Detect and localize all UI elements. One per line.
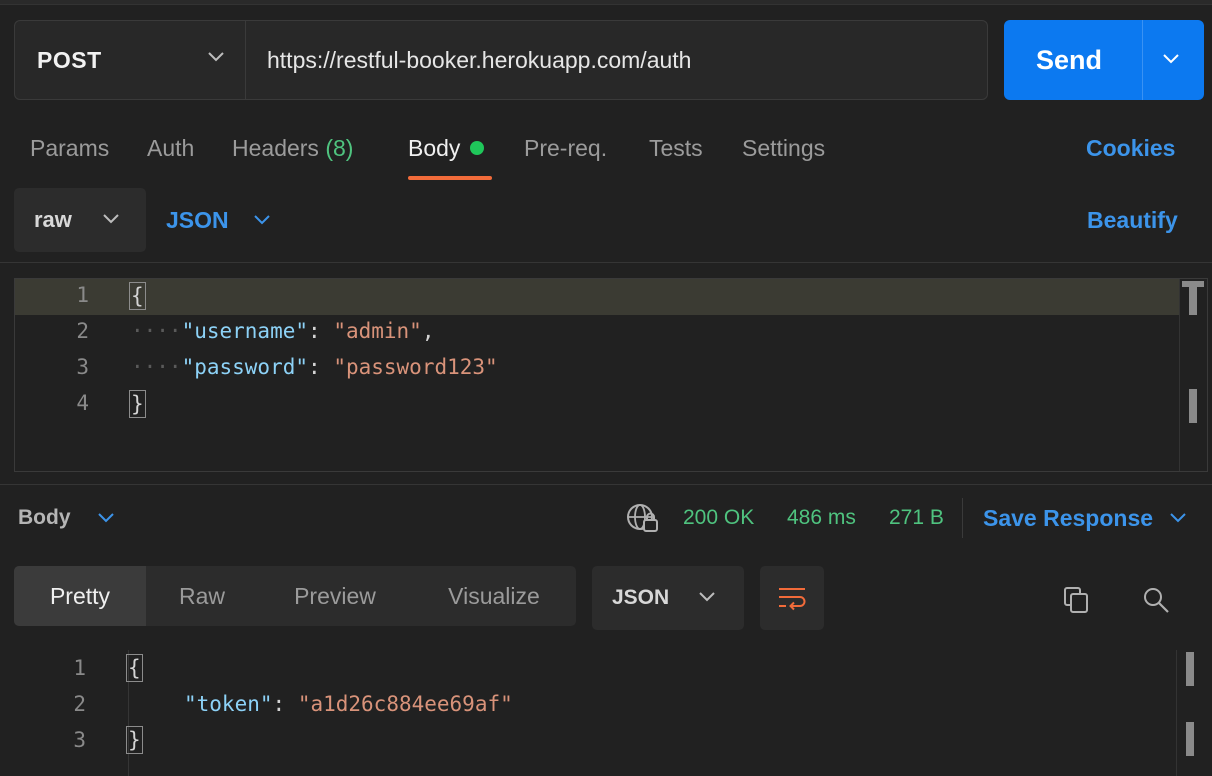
- json-string: "password123": [333, 355, 498, 379]
- response-section-label: Body: [18, 506, 71, 529]
- json-string: "a1d26c884ee69af": [297, 692, 513, 716]
- tab-body[interactable]: Body: [408, 128, 485, 168]
- line-number: 1: [73, 656, 86, 680]
- response-format-label: JSON: [612, 586, 670, 609]
- cookies-link[interactable]: Cookies: [1086, 128, 1175, 168]
- chevron-down-icon: [208, 52, 224, 62]
- request-body-editor[interactable]: 1 2 3 4 { ····"username": "admin", ····"…: [14, 278, 1208, 472]
- divider: [0, 484, 1212, 485]
- body-mode-selector[interactable]: raw: [14, 188, 146, 252]
- tab-tests[interactable]: Tests: [649, 128, 703, 168]
- search-icon[interactable]: [1136, 580, 1176, 620]
- status-code[interactable]: 200 OK: [683, 500, 754, 536]
- json-key: "token": [184, 692, 273, 716]
- response-size[interactable]: 271 B: [889, 500, 944, 536]
- response-section-selector[interactable]: Body: [18, 500, 115, 536]
- tab-headers-label: Headers: [232, 135, 319, 161]
- tab-tests-label: Tests: [649, 135, 703, 161]
- send-label: Send: [1036, 44, 1103, 75]
- url-bar: POST https://restful-booker.herokuapp.co…: [14, 20, 988, 100]
- scrollbar-marker: [1189, 389, 1197, 423]
- response-body-viewer[interactable]: 1 2 3 { "token": "a1d26c884ee69af" }: [0, 650, 1212, 776]
- body-language-selector[interactable]: JSON: [166, 188, 271, 252]
- tab-body-label: Body: [408, 135, 461, 161]
- json-string: "admin": [333, 319, 422, 343]
- chevron-down-icon[interactable]: [1161, 52, 1181, 66]
- indent-whitespace: ····: [131, 355, 182, 379]
- tab-headers[interactable]: Headers (8): [232, 128, 353, 168]
- tab-params-label: Params: [30, 135, 110, 161]
- send-divider: [1142, 20, 1143, 100]
- response-view-tabs: Pretty Raw Preview Visualize: [14, 566, 576, 626]
- window-top-edge: [0, 0, 1212, 5]
- scrollbar-track[interactable]: [1176, 650, 1177, 776]
- tab-visualize[interactable]: Visualize: [412, 566, 576, 626]
- beautify-link[interactable]: Beautify: [1087, 188, 1178, 252]
- url-input[interactable]: https://restful-booker.herokuapp.com/aut…: [267, 21, 691, 99]
- word-wrap-icon: [779, 588, 806, 611]
- code-line: ····"password": "password123": [131, 355, 498, 379]
- save-response-button[interactable]: Save Response: [983, 500, 1187, 536]
- tab-preview[interactable]: Preview: [258, 566, 412, 626]
- tab-prereq-label: Pre-req.: [524, 135, 608, 161]
- line-number: 1: [76, 283, 89, 307]
- tab-settings-label: Settings: [742, 135, 826, 161]
- request-tabs: Params Auth Headers (8) Body Pre-req. Te…: [0, 128, 1212, 168]
- chevron-down-icon: [1170, 513, 1186, 523]
- code-line: {: [129, 282, 146, 310]
- line-number: 3: [73, 728, 86, 752]
- response-time[interactable]: 486 ms: [787, 500, 856, 536]
- code-line: }: [129, 390, 146, 418]
- send-button[interactable]: Send: [1004, 20, 1204, 100]
- chevron-down-icon: [103, 214, 119, 224]
- tab-prereq[interactable]: Pre-req.: [524, 128, 607, 168]
- body-language-label: JSON: [166, 206, 229, 233]
- tab-raw[interactable]: Raw: [146, 566, 258, 626]
- open-brace: {: [126, 654, 143, 682]
- active-tab-underline: [408, 176, 492, 180]
- word-wrap-button[interactable]: [760, 566, 824, 630]
- code-line: ····"username": "admin",: [131, 319, 435, 343]
- line-number: 2: [73, 692, 86, 716]
- headers-count-badge: (8): [325, 135, 354, 161]
- scrollbar-marker: [1186, 722, 1194, 756]
- method-selector[interactable]: POST: [15, 21, 246, 99]
- divider: [962, 498, 963, 538]
- copy-icon[interactable]: [1056, 580, 1096, 620]
- close-brace: }: [129, 390, 146, 418]
- json-key: "username": [181, 319, 309, 343]
- body-status-dot: [470, 141, 485, 155]
- chevron-down-icon: [97, 513, 114, 523]
- line-number: 2: [76, 319, 89, 343]
- divider: [0, 262, 1212, 263]
- method-label: POST: [37, 46, 102, 73]
- scrollbar-thumb[interactable]: [1186, 652, 1194, 686]
- tab-pretty[interactable]: Pretty: [14, 566, 146, 626]
- current-line-highlight: [15, 279, 1179, 315]
- open-brace: {: [129, 282, 146, 310]
- editor-scrollbar[interactable]: [1179, 279, 1208, 471]
- scrollbar-thumb[interactable]: [1189, 283, 1197, 315]
- line-number: 4: [76, 391, 89, 415]
- code-line: {: [126, 654, 143, 682]
- response-format-selector[interactable]: JSON: [592, 566, 744, 630]
- save-response-label: Save Response: [983, 504, 1154, 531]
- body-mode-label: raw: [34, 207, 72, 232]
- tab-auth-label: Auth: [147, 135, 195, 161]
- chevron-down-icon: [253, 215, 270, 225]
- json-key: "password": [181, 355, 309, 379]
- tab-settings[interactable]: Settings: [742, 128, 825, 168]
- tab-auth[interactable]: Auth: [147, 128, 194, 168]
- line-number: 3: [76, 355, 89, 379]
- globe-lock-icon[interactable]: [624, 500, 660, 536]
- indent-whitespace: ····: [131, 319, 182, 343]
- chevron-down-icon: [699, 592, 715, 602]
- code-line: "token": "a1d26c884ee69af": [184, 692, 513, 716]
- code-line: }: [126, 726, 143, 754]
- tab-params[interactable]: Params: [30, 128, 109, 168]
- close-brace: }: [126, 726, 143, 754]
